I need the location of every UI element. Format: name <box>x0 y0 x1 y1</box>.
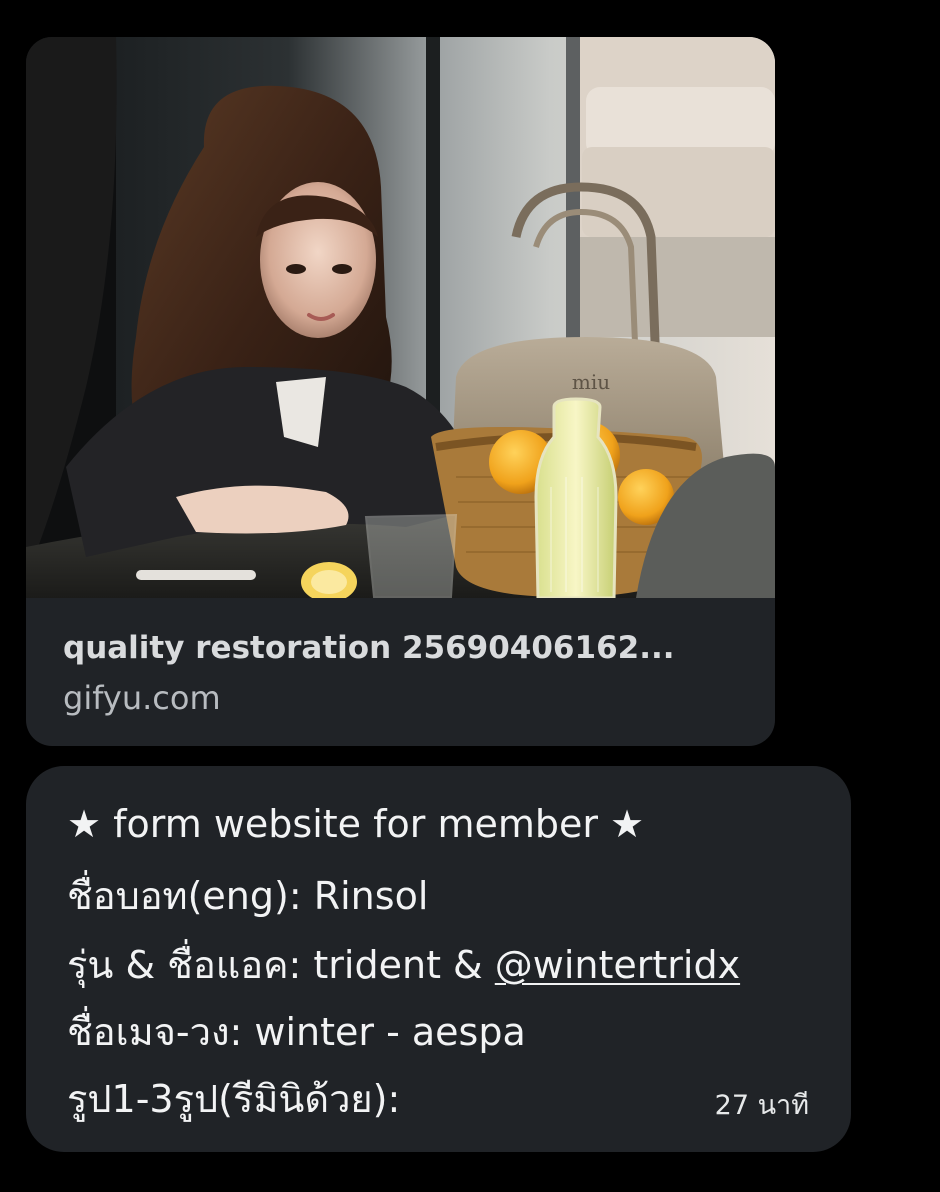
message-line-generation-account: รุ่น & ชื่อแอค: trident & @wintertridx <box>67 940 740 990</box>
link-title[interactable]: quality restoration 25690406162... <box>63 628 743 668</box>
message-line-generation-prefix: รุ่น & ชื่อแอค: trident & <box>67 943 495 987</box>
message-line-header: ★ form website for member ★ <box>67 802 645 846</box>
mention-link[interactable]: @wintertridx <box>495 943 740 987</box>
message-line-member-group: ชื่อเมจ-วง: winter - aespa <box>67 1010 526 1054</box>
link-domain: gifyu.com <box>63 679 221 717</box>
message-line-images: รูป1-3รูป(รีมินิด้วย): <box>67 1077 401 1121</box>
link-card-meta: quality restoration 25690406162... gifyu… <box>26 598 775 746</box>
bag-logo: miu <box>572 370 610 394</box>
link-preview-card[interactable]: miu quality restoration 25690406162... g… <box>26 37 775 746</box>
message-timestamp: 27 นาที <box>714 1090 809 1121</box>
message-bubble: ★ form website for member ★ ชื่อบอท(eng)… <box>26 766 851 1152</box>
preview-image[interactable]: miu <box>26 37 775 598</box>
message-line-bot-name: ชื่อบอท(eng): Rinsol <box>67 874 429 918</box>
